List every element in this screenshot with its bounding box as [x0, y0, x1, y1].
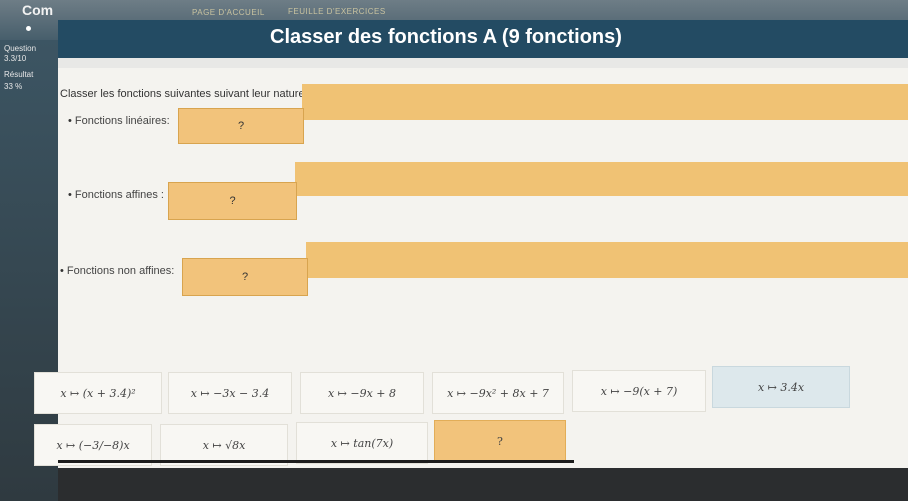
category-affine-label: Fonctions affines : — [68, 189, 164, 201]
tab-exercise-sheet[interactable]: FEUILLE D'EXERCICES — [288, 7, 386, 16]
instruction-text: Classer les fonctions suivantes suivant … — [60, 88, 308, 100]
page-title: Classer des fonctions A (9 fonctions) — [270, 26, 622, 48]
function-card[interactable]: x ↦ (x + 3.4)² — [34, 372, 162, 414]
function-card[interactable]: x ↦ −9(x + 7) — [572, 370, 706, 412]
category-linear-label: Fonctions linéaires: — [68, 115, 170, 127]
menu-dot-icon — [26, 26, 31, 31]
function-card[interactable]: x ↦ tan(7x) — [296, 422, 428, 464]
function-card[interactable]: x ↦ −3x − 3.4 — [168, 372, 292, 414]
placeholder-card[interactable]: ? — [434, 420, 566, 462]
brand-label: Com — [22, 2, 54, 18]
divider — [58, 460, 574, 463]
function-card[interactable]: x ↦ −9x + 8 — [300, 372, 424, 414]
title-bar: Classer des fonctions A (9 fonctions) — [58, 20, 908, 58]
function-card[interactable]: x ↦ 3.4x — [712, 366, 850, 408]
result-value: 33 % — [4, 82, 23, 91]
result-label: Résultat — [4, 70, 34, 79]
linear-band — [302, 84, 908, 120]
affine-band — [295, 162, 908, 196]
question-label: Question — [4, 44, 37, 53]
function-card[interactable]: x ↦ −9x² + 8x + 7 — [432, 372, 564, 414]
category-non-affine-label: Fonctions non affines: — [60, 265, 174, 277]
non-affine-band — [306, 242, 908, 278]
dropzone-linear[interactable]: ? — [178, 108, 304, 144]
dropzone-non-affine[interactable]: ? — [182, 258, 308, 296]
sub-bar — [58, 58, 908, 68]
tab-course-page[interactable]: PAGE D'ACCUEIL — [192, 8, 265, 17]
dropzone-affine[interactable]: ? — [168, 182, 297, 220]
question-value: 3.3/10 — [4, 54, 27, 63]
